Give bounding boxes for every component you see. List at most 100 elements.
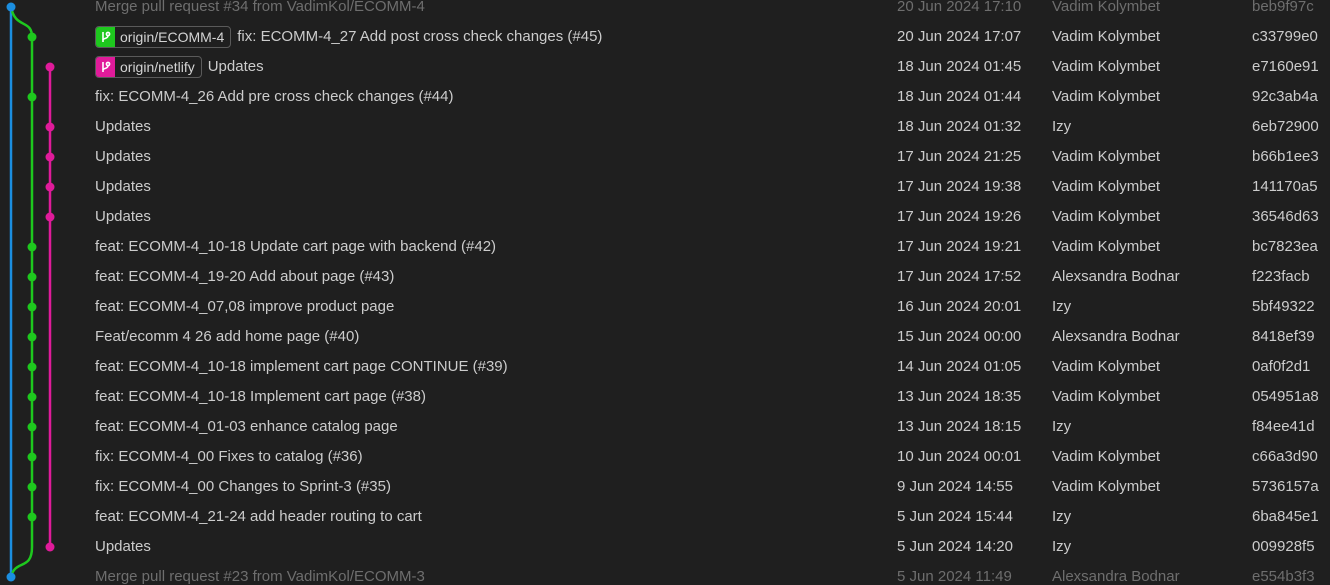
- commit-message-cell: fix: ECOMM-4_26 Add pre cross check chan…: [95, 82, 885, 112]
- commit-row[interactable]: feat: ECOMM-4_01-03 enhance catalog page…: [0, 412, 1330, 442]
- commit-date: 13 Jun 2024 18:15: [897, 418, 1022, 435]
- commit-row[interactable]: Updates 17 Jun 2024 19:38 Vadim Kolymbet…: [0, 172, 1330, 202]
- commit-row[interactable]: feat: ECOMM-4_19-20 Add about page (#43)…: [0, 262, 1330, 292]
- lane-line-ecomm4: [9, 6, 34, 578]
- commit-message: fix: ECOMM-4_00 Fixes to catalog (#36): [95, 448, 363, 465]
- commit-row[interactable]: Merge pull request #34 from VadimKol/ECO…: [0, 0, 1330, 22]
- commit-date: 17 Jun 2024 19:26: [897, 208, 1022, 225]
- commit-date: 5 Jun 2024 11:49: [897, 568, 1012, 585]
- commit-row[interactable]: feat: ECOMM-4_21-24 add header routing t…: [0, 502, 1330, 532]
- commit-row[interactable]: fix: ECOMM-4_00 Changes to Sprint-3 (#35…: [0, 472, 1330, 502]
- commit-message-cell: fix: ECOMM-4_00 Fixes to catalog (#36): [95, 442, 885, 472]
- commit-dot: [45, 62, 55, 72]
- commit-sha: 36546d63: [1252, 208, 1319, 225]
- commit-row[interactable]: fix: ECOMM-4_26 Add pre cross check chan…: [0, 82, 1330, 112]
- commit-sha: b66b1ee3: [1252, 148, 1319, 165]
- commit-author: Vadim Kolymbet: [1052, 478, 1161, 495]
- commit-dot: [27, 302, 37, 312]
- commit-message: Updates: [95, 148, 151, 165]
- commit-sha: c33799e0: [1252, 28, 1318, 45]
- commit-sha: bc7823ea: [1252, 238, 1318, 255]
- commit-sha: 8418ef39: [1252, 328, 1315, 345]
- branch-tag[interactable]: origin/netlify: [95, 56, 202, 78]
- commit-row[interactable]: fix: ECOMM-4_00 Fixes to catalog (#36) 1…: [0, 442, 1330, 472]
- commit-message: Updates: [95, 178, 151, 195]
- commit-message-cell: fix: ECOMM-4_00 Changes to Sprint-3 (#35…: [95, 472, 885, 502]
- commit-row[interactable]: Updates 5 Jun 2024 14:20 Izy 009928f5: [0, 532, 1330, 562]
- commit-author: Izy: [1052, 538, 1072, 555]
- commit-row[interactable]: Merge pull request #23 from VadimKol/ECO…: [0, 562, 1330, 585]
- commit-row[interactable]: feat: ECOMM-4_10-18 Update cart page wit…: [0, 232, 1330, 262]
- commit-sha: beb9f97c: [1252, 0, 1314, 15]
- commit-message: feat: ECOMM-4_10-18 Implement cart page …: [95, 388, 426, 405]
- commit-author: Izy: [1052, 508, 1072, 525]
- commit-message-cell: Updates: [95, 532, 885, 562]
- commit-author: Izy: [1052, 298, 1072, 315]
- commit-message: feat: ECOMM-4_01-03 enhance catalog page: [95, 418, 398, 435]
- commit-author: Vadim Kolymbet: [1052, 148, 1161, 165]
- commit-message: Updates: [95, 118, 151, 135]
- commit-dot: [27, 242, 37, 252]
- commit-sha: f223facb: [1252, 268, 1310, 285]
- commit-date: 13 Jun 2024 18:35: [897, 388, 1022, 405]
- commit-date: 17 Jun 2024 19:21: [897, 238, 1022, 255]
- commit-message: fix: ECOMM-4_26 Add pre cross check chan…: [95, 88, 454, 105]
- commit-dot: [45, 182, 55, 192]
- commit-date: 14 Jun 2024 01:05: [897, 358, 1022, 375]
- commit-message: feat: ECOMM-4_10-18 Update cart page wit…: [95, 238, 497, 255]
- commit-row[interactable]: Updates 17 Jun 2024 19:26 Vadim Kolymbet…: [0, 202, 1330, 232]
- commit-row[interactable]: feat: ECOMM-4_10-18 implement cart page …: [0, 352, 1330, 382]
- commit-message-cell: Feat/ecomm 4 26 add home page (#40): [95, 322, 885, 352]
- commit-message: fix: ECOMM-4_00 Changes to Sprint-3 (#35…: [95, 478, 391, 495]
- commit-message-cell: feat: ECOMM-4_10-18 Implement cart page …: [95, 382, 885, 412]
- commit-row[interactable]: origin/ECOMM-4 fix: ECOMM-4_27 Add post …: [0, 22, 1330, 52]
- commit-date: 5 Jun 2024 15:44: [897, 508, 1013, 525]
- commit-date: 17 Jun 2024 19:38: [897, 178, 1022, 195]
- commit-sha: 054951a8: [1252, 388, 1319, 405]
- commit-message-cell: Merge pull request #23 from VadimKol/ECO…: [95, 562, 885, 585]
- commit-message: Feat/ecomm 4 26 add home page (#40): [95, 328, 360, 345]
- commit-author: Vadim Kolymbet: [1052, 88, 1161, 105]
- commit-date: 20 Jun 2024 17:10: [897, 0, 1022, 15]
- commit-dot: [45, 542, 55, 552]
- git-graph-view: Merge pull request #34 from VadimKol/ECO…: [0, 0, 1330, 585]
- commit-message: Updates: [207, 58, 264, 75]
- branch-tag-label: origin/netlify: [120, 59, 195, 75]
- commit-message: fix: ECOMM-4_27 Add post cross check cha…: [237, 28, 603, 45]
- commit-sha: 92c3ab4a: [1252, 88, 1318, 105]
- commit-author: Vadim Kolymbet: [1052, 58, 1161, 75]
- commit-author: Vadim Kolymbet: [1052, 28, 1161, 45]
- commit-message-cell: feat: ECOMM-4_07,08 improve product page: [95, 292, 885, 322]
- commit-dot: [27, 512, 37, 522]
- commit-row[interactable]: Feat/ecomm 4 26 add home page (#40) 15 J…: [0, 322, 1330, 352]
- branch-tag[interactable]: origin/ECOMM-4: [95, 26, 232, 48]
- commit-graph: [6, 2, 55, 582]
- commit-author: Alexsandra Bodnar: [1052, 328, 1180, 345]
- commit-row[interactable]: Updates 17 Jun 2024 21:25 Vadim Kolymbet…: [0, 142, 1330, 172]
- commit-message-cell: Updates: [95, 142, 885, 172]
- commit-dot: [27, 272, 37, 282]
- commit-message: Updates: [95, 538, 151, 555]
- commit-message-cell: feat: ECOMM-4_01-03 enhance catalog page: [95, 412, 885, 442]
- commit-row[interactable]: feat: ECOMM-4_07,08 improve product page…: [0, 292, 1330, 322]
- commit-dot: [27, 422, 37, 432]
- commit-author: Alexsandra Bodnar: [1052, 268, 1180, 285]
- commit-sha: 6eb72900: [1252, 118, 1319, 135]
- commit-sha: f84ee41d: [1252, 418, 1315, 435]
- commit-row[interactable]: Updates 18 Jun 2024 01:32 Izy 6eb72900: [0, 112, 1330, 142]
- commit-author: Vadim Kolymbet: [1052, 388, 1161, 405]
- commit-message-cell: feat: ECOMM-4_10-18 implement cart page …: [95, 352, 885, 382]
- commit-sha: 5736157a: [1252, 478, 1319, 495]
- commit-message: feat: ECOMM-4_10-18 implement cart page …: [95, 358, 508, 375]
- commit-dot: [45, 152, 55, 162]
- commit-date: 16 Jun 2024 20:01: [897, 298, 1022, 315]
- commit-dot: [27, 362, 37, 372]
- commit-row[interactable]: feat: ECOMM-4_10-18 Implement cart page …: [0, 382, 1330, 412]
- commit-date: 10 Jun 2024 00:01: [897, 448, 1022, 465]
- commit-message-cell: feat: ECOMM-4_19-20 Add about page (#43): [95, 262, 885, 292]
- commit-sha: 141170a5: [1252, 178, 1318, 195]
- commit-author: Vadim Kolymbet: [1052, 238, 1161, 255]
- commit-dot: [27, 332, 37, 342]
- branch-icon: [96, 57, 115, 77]
- commit-row[interactable]: origin/netlify Updates 18 Jun 2024 01:45…: [0, 52, 1330, 82]
